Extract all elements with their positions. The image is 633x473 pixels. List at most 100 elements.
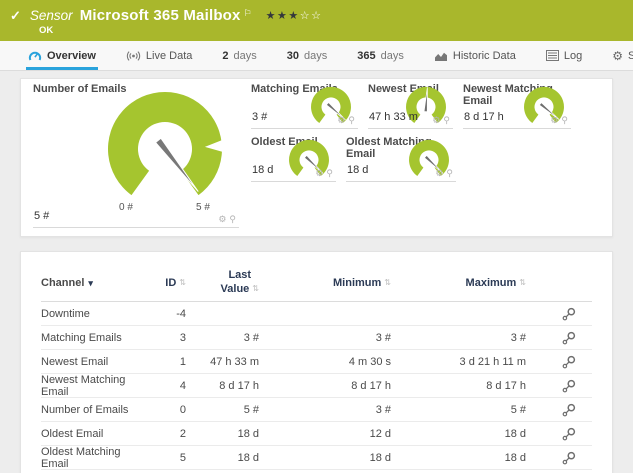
priority-stars[interactable]: ★★★☆☆: [266, 9, 323, 22]
last-value: 18 d: [237, 427, 259, 440]
minimum-value: 4 m 30 s: [348, 355, 391, 368]
tab-365-days[interactable]: 365 days: [355, 41, 406, 70]
table-row[interactable]: Number of Emails 0 5 # 3 # 5 #: [41, 398, 592, 422]
edit-channel-icon[interactable]: [562, 307, 576, 321]
table-header-row: Channel ▾ ID ⇅ Last Value ⇅ Minimum ⇅ Maximu…: [41, 264, 592, 302]
channel-id: 1: [179, 355, 186, 368]
edit-channel-icon[interactable]: [562, 355, 576, 369]
gauge-tile-oldest-matching-email: Oldest Matching Email 18 d ⚙ ⚲: [346, 136, 456, 182]
gauge-tile-newest-email: Newest Email 47 h 33 m ⚙ ⚲: [368, 83, 453, 129]
table-row[interactable]: Oldest Matching Email 5 18 d 18 d 18 d: [41, 446, 592, 470]
column-label: Maximum: [465, 276, 517, 289]
sort-icon: ⇅: [384, 277, 391, 287]
gear-icon[interactable]: ⚙: [550, 116, 558, 125]
table-row[interactable]: Newest Email 1 47 h 33 m 4 m 30 s 3 d 21…: [41, 350, 592, 374]
main-channel-gauge: x: [107, 91, 224, 196]
tab-number: 30: [286, 49, 300, 62]
table-row[interactable]: Matching Emails 3 3 # 3 # 3 #: [41, 326, 592, 350]
edit-channel-icon[interactable]: [562, 331, 576, 345]
gear-icon[interactable]: ⚙: [315, 169, 323, 178]
tab-label: Overview: [47, 49, 96, 62]
tab-30-days[interactable]: 30 days: [285, 41, 330, 70]
object-kind-label: Sensor: [29, 8, 73, 23]
tab-bar: Overview Live Data 2 days 30 days 365 da…: [0, 41, 633, 71]
status-check-icon: ✓: [10, 8, 21, 23]
maximum-value: 18 d: [504, 427, 526, 440]
tab-2-days[interactable]: 2 days: [220, 41, 258, 70]
maximum-value: 3 d 21 h 11 m: [459, 355, 526, 368]
tab-historic-data[interactable]: Historic Data: [432, 41, 518, 70]
priority-stars-filled: ★★★: [265, 10, 300, 22]
column-label: Channel: [41, 276, 85, 289]
status-badge: OK: [39, 25, 54, 36]
edit-channel-icon[interactable]: [562, 451, 576, 465]
channel-value: 5 #: [34, 210, 50, 222]
last-value: 47 h 33 m: [210, 355, 259, 368]
table-row[interactable]: Downtime -4: [41, 302, 592, 326]
last-value: 3 #: [243, 331, 259, 344]
tab-number: 2: [222, 49, 229, 62]
pin-icon[interactable]: ⚲: [561, 116, 568, 125]
channel-value: 18 d: [252, 164, 274, 176]
gauge-tile-matching-emails: Matching Emails 3 # ⚙ ⚲: [251, 83, 358, 129]
column-header-last-value[interactable]: Last Value ⇅: [186, 269, 259, 297]
tab-overview[interactable]: Overview: [26, 41, 98, 70]
column-header-maximum[interactable]: Maximum ⇅: [391, 277, 526, 289]
channel-name: Matching Emails: [41, 331, 122, 344]
channel-id: 3: [179, 331, 186, 344]
last-value: 5 #: [243, 403, 259, 416]
column-label: Last: [228, 268, 252, 281]
tab-unit: days: [233, 49, 257, 62]
channel-value: 47 h 33 m: [369, 111, 418, 123]
gear-icon[interactable]: ⚙: [218, 215, 226, 224]
channel-id: -4: [176, 307, 186, 320]
gauge-icon: [28, 51, 42, 61]
table-row[interactable]: Newest Matching Email 4 8 d 17 h 8 d 17 …: [41, 374, 592, 398]
sensor-status-header: ✓ Sensor Microsoft 365 Mailbox ⚐ ★★★☆☆ O…: [0, 0, 633, 41]
edit-channel-icon[interactable]: [562, 379, 576, 393]
pin-icon[interactable]: ⚲: [446, 169, 453, 178]
small-gauges-grid: Matching Emails 3 # ⚙ ⚲ Newest Email 47 …: [251, 83, 600, 226]
column-header-minimum[interactable]: Minimum ⇅: [259, 277, 391, 289]
edit-channel-icon[interactable]: [562, 403, 576, 417]
last-value: 18 d: [237, 452, 259, 464]
channel-name: Number of Emails: [41, 403, 129, 416]
channel-id: 5: [179, 452, 186, 464]
maximum-value: 3 #: [510, 331, 526, 344]
pin-icon[interactable]: ⚲: [326, 169, 333, 178]
channel-value: 8 d 17 h: [464, 111, 504, 123]
gear-icon[interactable]: ⚙: [435, 169, 443, 178]
column-label: ID: [165, 276, 177, 289]
tab-settings[interactable]: ⚙ Settings: [610, 41, 633, 70]
priority-stars-empty: ☆☆: [299, 10, 323, 22]
column-label: Value: [220, 282, 250, 295]
tab-log[interactable]: Log: [544, 41, 584, 70]
sensor-title: Microsoft 365 Mailbox: [79, 7, 241, 24]
column-header-channel[interactable]: Channel ▾: [41, 277, 146, 289]
channel-name: Oldest Email: [41, 427, 104, 440]
minimum-value: 3 #: [375, 403, 391, 416]
tab-unit: days: [380, 49, 404, 62]
channel-name: Newest Matching Email: [41, 374, 126, 398]
gauge-tile-newest-matching-email: Newest Matching Email 8 d 17 h ⚙ ⚲: [463, 83, 571, 129]
maximum-value: 18 d: [504, 452, 526, 464]
edit-channel-icon[interactable]: [562, 427, 576, 441]
gauge-tile-number-of-emails: Number of Emails x 0 # 5 # 5 # ⚙ ⚲: [33, 83, 239, 228]
sort-icon: ⇅: [179, 277, 186, 287]
gear-icon[interactable]: ⚙: [337, 116, 345, 125]
pin-icon[interactable]: ⚲: [229, 215, 236, 224]
tab-label: Settings: [627, 49, 633, 62]
pin-icon[interactable]: ⚲: [348, 116, 355, 125]
minimum-value: 12 d: [369, 427, 391, 440]
column-header-id[interactable]: ID ⇅: [146, 277, 186, 289]
pin-icon[interactable]: ⚲: [443, 116, 450, 125]
flag-icon: ⚐: [243, 8, 252, 18]
gauge-scale-min: 0 #: [119, 202, 133, 213]
tab-live-data[interactable]: Live Data: [124, 41, 194, 70]
channel-table-panel: Channel ▾ ID ⇅ Last Value ⇅ Minimum ⇅ Maximu…: [20, 251, 613, 473]
tab-label: Log: [563, 49, 583, 62]
overview-gauges-panel: Number of Emails x 0 # 5 # 5 # ⚙ ⚲ Match…: [20, 78, 613, 237]
channel-id: 4: [179, 380, 186, 392]
table-row[interactable]: Oldest Email 2 18 d 12 d 18 d: [41, 422, 592, 446]
gear-icon[interactable]: ⚙: [432, 116, 440, 125]
